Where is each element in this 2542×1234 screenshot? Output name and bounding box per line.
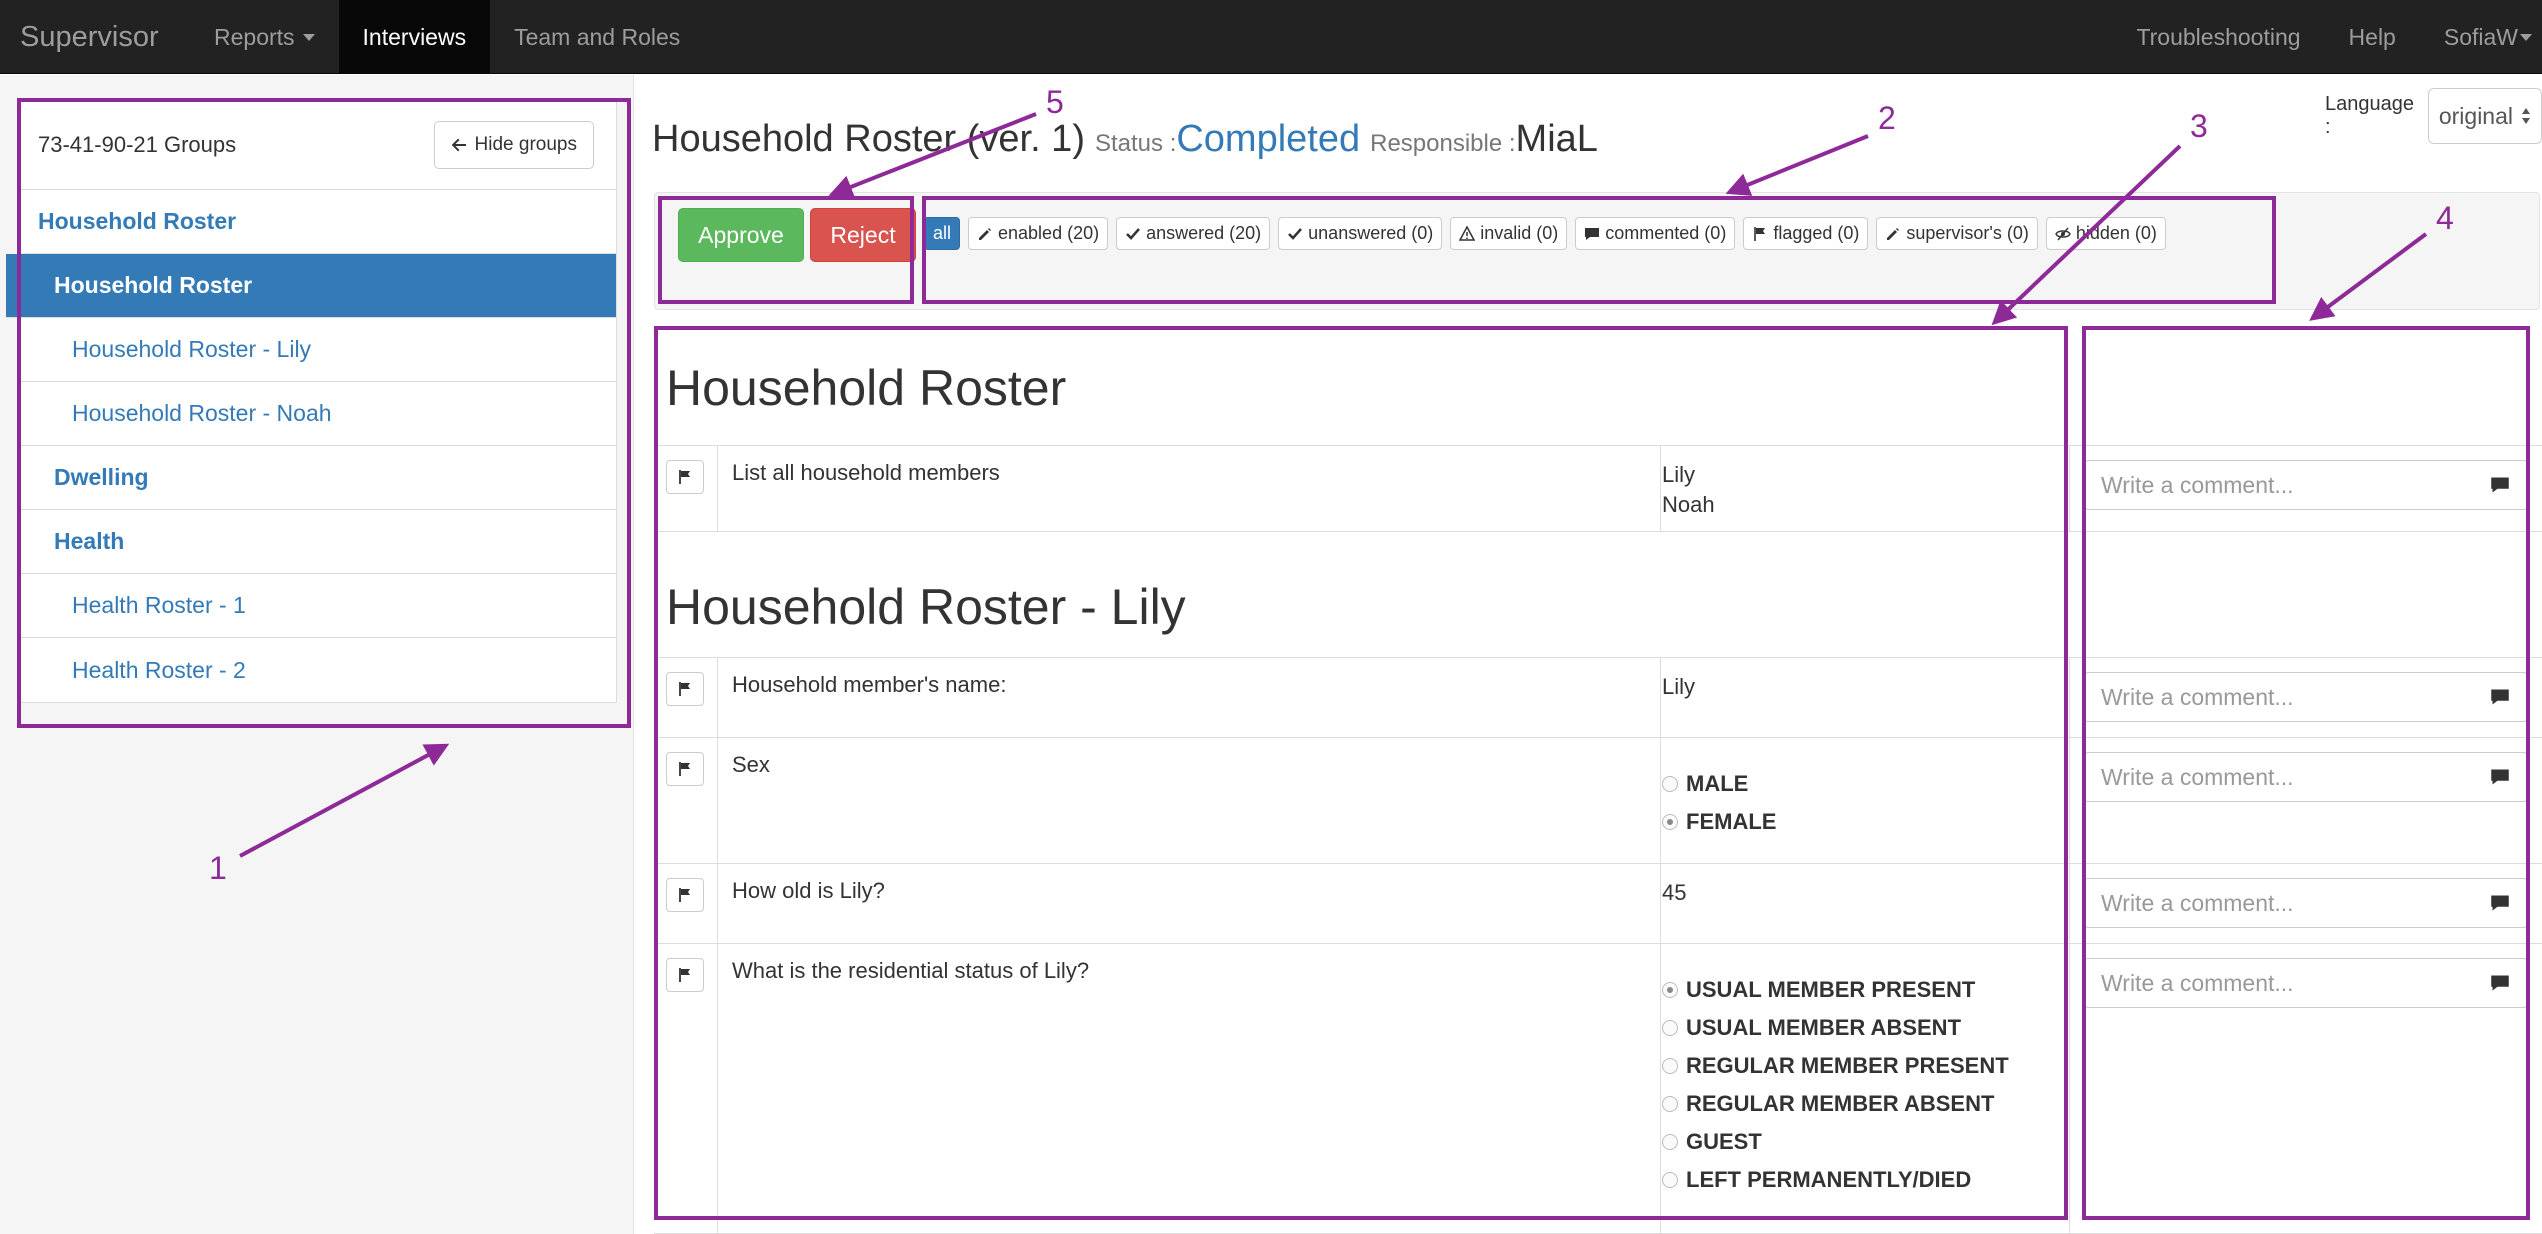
annotation-label-5: 5 (1046, 84, 1064, 120)
annotation-label-4: 4 (2436, 200, 2454, 236)
annotation-label-1: 1 (209, 850, 227, 886)
arrow-5 (828, 112, 1037, 199)
annotation-arrows (239, 112, 2428, 858)
annotation-label-2: 2 (1878, 100, 1896, 136)
arrow-1 (239, 743, 450, 858)
arrow-2 (1725, 134, 1869, 196)
annotation-label-3: 3 (2190, 108, 2208, 144)
arrow-4 (2309, 232, 2428, 321)
arrow-3 (1991, 144, 2182, 326)
